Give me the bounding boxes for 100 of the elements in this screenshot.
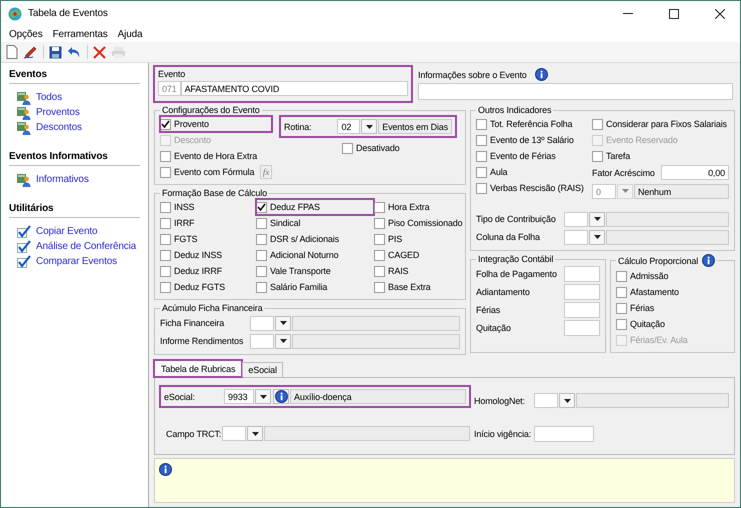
checkbox[interactable]: Provento bbox=[160, 116, 272, 132]
sidebar-link[interactable]: Análise de Conferência bbox=[36, 241, 136, 252]
sidebar-link[interactable]: Informativos bbox=[36, 174, 89, 185]
checkbox[interactable]: IRRF bbox=[160, 215, 256, 231]
tab[interactable]: eSocial bbox=[242, 362, 283, 377]
checkbox[interactable]: Férias bbox=[616, 300, 729, 316]
checkbox[interactable]: Deduz INSS bbox=[160, 247, 256, 263]
name-field[interactable]: AFASTAMENTO COVID bbox=[180, 81, 408, 96]
pencil-icon[interactable] bbox=[23, 45, 38, 59]
checkbox[interactable]: DSR s/ Adicionais bbox=[256, 231, 374, 247]
checkbox[interactable]: Salário Familia bbox=[256, 279, 374, 295]
checkbox[interactable]: Tarefa bbox=[592, 148, 729, 164]
checkbox[interactable]: Vale Transporte bbox=[256, 263, 374, 279]
field-label: Início vigência: bbox=[474, 428, 532, 439]
info-icon bbox=[702, 254, 716, 267]
section-title: Eventos bbox=[9, 69, 140, 84]
sidebar-link[interactable]: Proventos bbox=[36, 107, 80, 118]
section-title: Utilitários bbox=[9, 203, 140, 218]
code-field[interactable] bbox=[564, 230, 588, 244]
checkbox[interactable]: INSS bbox=[160, 199, 256, 215]
code-field[interactable] bbox=[222, 426, 246, 442]
close-icon bbox=[715, 8, 725, 18]
save-icon[interactable] bbox=[49, 46, 62, 58]
account-field[interactable] bbox=[564, 320, 600, 336]
code-field[interactable]: 9933 bbox=[224, 389, 254, 404]
checkbox[interactable]: Deduz FGTS bbox=[160, 279, 256, 295]
checkbox[interactable]: Sindical bbox=[256, 215, 374, 231]
field-label: HomologNet: bbox=[474, 396, 526, 406]
account-field[interactable] bbox=[564, 266, 600, 282]
checkbox[interactable]: Evento com Fórmula bbox=[160, 164, 256, 180]
undo-icon[interactable] bbox=[67, 46, 82, 58]
formula-button[interactable]: fx bbox=[260, 165, 272, 179]
window-title: Tabela de Eventos bbox=[28, 8, 109, 19]
people-icon bbox=[17, 106, 31, 120]
menu-item[interactable]: Ajuda bbox=[112, 28, 148, 40]
dropdown-button[interactable] bbox=[275, 334, 291, 348]
checkbox[interactable]: Piso Comissionado bbox=[374, 215, 464, 231]
date-field[interactable] bbox=[534, 426, 594, 442]
info-field[interactable] bbox=[418, 83, 733, 100]
new-document-icon[interactable] bbox=[6, 45, 18, 59]
dropdown-button[interactable] bbox=[589, 230, 605, 244]
dropdown-button[interactable] bbox=[361, 119, 378, 134]
sidebar-link[interactable]: Todos bbox=[36, 92, 62, 103]
checkbox[interactable]: Adicional Noturno bbox=[256, 247, 374, 263]
code-field[interactable] bbox=[564, 212, 588, 226]
field-label: Campo TRCT: bbox=[166, 428, 222, 439]
factor-field[interactable]: 0,00 bbox=[661, 165, 729, 180]
checkbox[interactable]: Hora Extra bbox=[374, 199, 464, 215]
sidebar-link[interactable]: Copiar Evento bbox=[36, 226, 98, 237]
code-field[interactable] bbox=[250, 334, 274, 348]
checkmark-icon bbox=[161, 120, 170, 128]
dropdown-button[interactable] bbox=[589, 212, 605, 226]
caret-icon bbox=[280, 339, 286, 343]
checkbox[interactable]: CAGED bbox=[374, 247, 464, 263]
checkbox[interactable]: Considerar para Fixos Salariais bbox=[592, 116, 729, 132]
info-button[interactable] bbox=[273, 389, 289, 404]
checkbox[interactable]: Evento de Hora Extra bbox=[160, 148, 272, 164]
field-label: Fator Acréscimo bbox=[592, 168, 655, 178]
account-field[interactable] bbox=[564, 302, 600, 318]
code-field[interactable]: 071 bbox=[158, 81, 181, 96]
code-field[interactable] bbox=[534, 393, 558, 408]
checkbox[interactable]: Tot. Referência Folha bbox=[476, 116, 588, 132]
field-label: eSocial: bbox=[164, 392, 196, 402]
checkbox[interactable]: PIS bbox=[374, 231, 464, 247]
checkbox[interactable]: Afastamento bbox=[616, 284, 729, 300]
checkbox[interactable]: Deduz FPAS bbox=[256, 199, 374, 215]
menu-item[interactable]: Opções bbox=[4, 28, 48, 40]
sidebar-link[interactable]: Descontos bbox=[36, 122, 82, 133]
checkbox[interactable]: Admissão bbox=[616, 268, 729, 284]
group-title: Configurações do Evento bbox=[161, 105, 261, 115]
checkbox[interactable]: Evento de 13º Salário bbox=[476, 132, 588, 148]
group-title: Acúmulo Ficha Financeira bbox=[161, 303, 264, 313]
checkbox[interactable]: Desativado bbox=[342, 140, 402, 156]
description-field: Auxílio-doença bbox=[290, 389, 466, 404]
checkbox[interactable]: FGTS bbox=[160, 231, 256, 247]
field-label: Rotina: bbox=[284, 122, 312, 132]
caret-icon bbox=[260, 394, 266, 398]
dropdown-button[interactable] bbox=[275, 316, 291, 330]
menu-item[interactable]: Ferramentas bbox=[48, 28, 113, 40]
tab[interactable]: Tabela de Rubricas bbox=[154, 360, 242, 377]
checkmark-icon bbox=[257, 203, 266, 211]
app-icon bbox=[8, 6, 22, 20]
checkbox[interactable]: RAIS bbox=[374, 263, 464, 279]
delete-icon[interactable] bbox=[93, 46, 106, 58]
checkbox[interactable]: Quitação bbox=[616, 316, 729, 332]
dropdown-button[interactable] bbox=[255, 389, 271, 404]
sidebar-link[interactable]: Comparar Eventos bbox=[36, 256, 117, 267]
checkbox[interactable]: Evento de Férias bbox=[476, 148, 588, 164]
field-label: Tipo de Contribuição bbox=[476, 214, 557, 224]
checkbox[interactable]: Aula bbox=[476, 164, 588, 180]
checkbox[interactable]: Deduz IRRF bbox=[160, 263, 256, 279]
checkbox[interactable]: Base Extra bbox=[374, 279, 464, 295]
checkbox[interactable]: Verbas Rescisão (RAIS) bbox=[476, 180, 588, 196]
people-icon bbox=[17, 120, 31, 134]
account-field[interactable] bbox=[564, 284, 600, 300]
dropdown-button[interactable] bbox=[559, 393, 575, 408]
description-field: Eventos em Dias bbox=[378, 119, 452, 134]
code-field[interactable] bbox=[250, 316, 274, 330]
dropdown-button[interactable] bbox=[247, 426, 263, 442]
code-field[interactable]: 02 bbox=[337, 119, 360, 134]
